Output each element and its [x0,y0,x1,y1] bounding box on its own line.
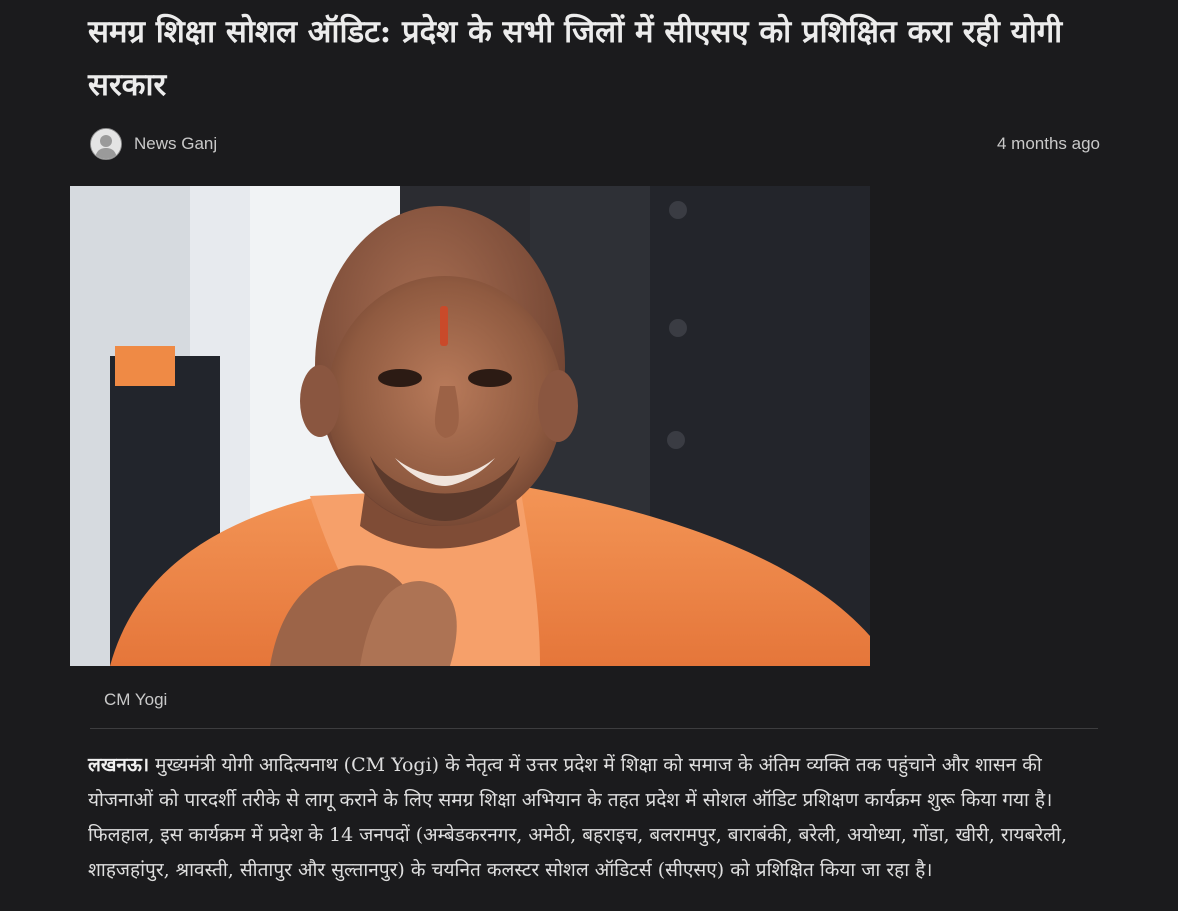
article-title: समग्र शिक्षा सोशल ऑडिट: प्रदेश के सभी जि… [88,14,1063,103]
article-dateline: लखनऊ। [88,754,150,776]
article-body: लखनऊ। मुख्यमंत्री योगी आदित्यनाथ (CM Yog… [88,748,1100,888]
article-image [70,186,870,666]
publish-time: 4 months ago [996,134,1100,153]
user-avatar-icon[interactable] [90,128,122,160]
article-byline: News Ganj 4 months ago [90,127,1100,161]
article-body-text: मुख्यमंत्री योगी आदित्यनाथ (CM Yogi) के … [88,754,1067,881]
caption-divider [90,728,1098,729]
author-block[interactable]: News Ganj [90,128,217,160]
image-caption: CM Yogi [104,690,168,709]
author-name[interactable]: News Ganj [134,134,217,154]
article-page: समग्र शिक्षा सोशल ऑडिट: प्रदेश के सभी जि… [0,0,1178,911]
